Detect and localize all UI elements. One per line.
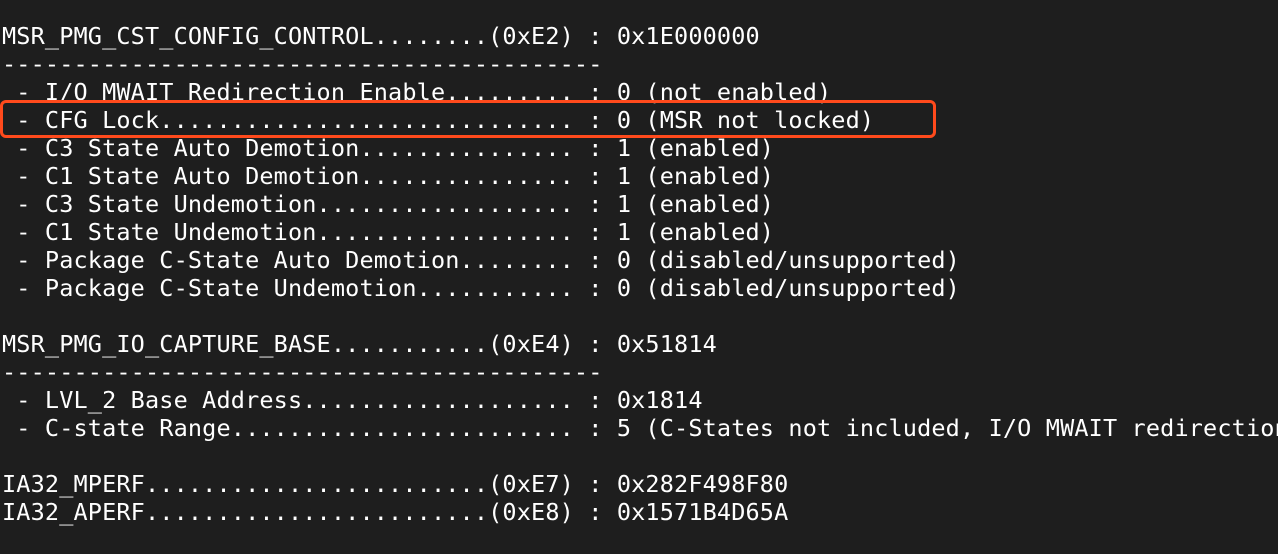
package-cstate-auto-demotion-line: - Package C-State Auto Demotion........ … bbox=[2, 246, 960, 274]
lvl2-base-address-line: - LVL_2 Base Address................... … bbox=[2, 386, 703, 414]
c1-state-undemotion-line: - C1 State Undemotion.................. … bbox=[2, 218, 775, 246]
c3-state-auto-demotion-line: - C3 State Auto Demotion............... … bbox=[2, 134, 775, 162]
cfg-lock-line: - CFG Lock............................. … bbox=[2, 106, 875, 134]
separator-line: ----------------------------------------… bbox=[2, 50, 603, 78]
separator-line: ----------------------------------------… bbox=[2, 358, 603, 386]
package-cstate-undemotion-line: - Package C-State Undemotion........... … bbox=[2, 274, 960, 302]
terminal-output: MSR_PMG_CST_CONFIG_CONTROL........(0xE2)… bbox=[0, 0, 1278, 554]
msr-pmg-io-capture-base-header: MSR_PMG_IO_CAPTURE_BASE...........(0xE4)… bbox=[2, 330, 717, 358]
ia32-aperf-line: IA32_APERF........................(0xE8)… bbox=[2, 498, 789, 526]
io-mwait-redirection-line: - I/O MWAIT Redirection Enable......... … bbox=[2, 78, 832, 106]
msr-pmg-cst-config-control-header: MSR_PMG_CST_CONFIG_CONTROL........(0xE2)… bbox=[2, 22, 760, 50]
cstate-range-line: - C-state Range........................ … bbox=[16, 414, 1278, 442]
c1-state-auto-demotion-line: - C1 State Auto Demotion............... … bbox=[2, 162, 775, 190]
ia32-mperf-line: IA32_MPERF........................(0xE7)… bbox=[2, 470, 789, 498]
c3-state-undemotion-line: - C3 State Undemotion.................. … bbox=[2, 190, 775, 218]
